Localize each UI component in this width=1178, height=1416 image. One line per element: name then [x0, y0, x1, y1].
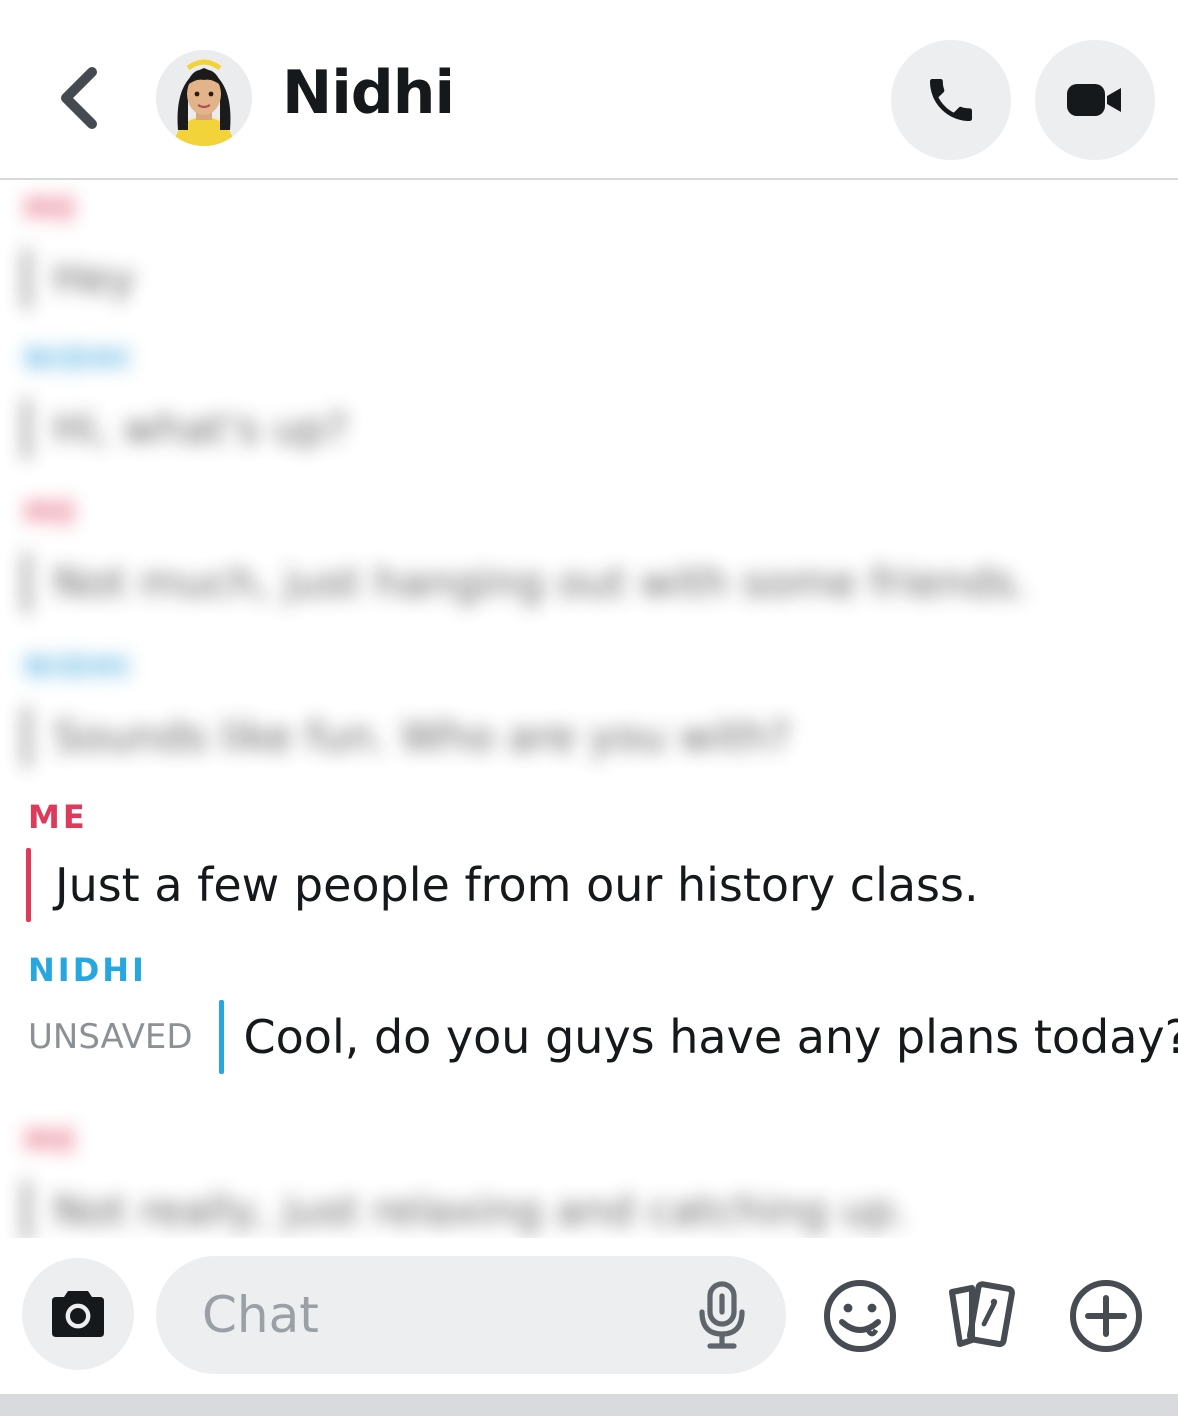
message-text: Not much, just hanging out with some fri… [24, 553, 1028, 613]
message-list[interactable]: ME Hey NIDHI Hi, what's up? ME Not much,… [0, 180, 1178, 1238]
message-text: Just a few people from our history class… [55, 858, 979, 912]
message-accent-bar [26, 848, 31, 922]
blurred-message: NIDHI Sounds like fun. Who are you with? [24, 650, 791, 767]
video-camera-icon [1067, 84, 1121, 116]
chat-input[interactable] [156, 1256, 786, 1374]
plus-icon[interactable] [1066, 1276, 1146, 1356]
sender-label-me: ME [28, 798, 88, 836]
camera-button[interactable] [22, 1258, 134, 1370]
bitmoji-avatar-icon [156, 50, 252, 146]
message-text: Hey [24, 249, 135, 309]
chat-header: Nidhi [0, 0, 1178, 180]
message-nidhi[interactable]: UNSAVED Cool, do you guys have any plans… [28, 1000, 1178, 1074]
message-sender: ME [24, 192, 79, 227]
message-sender: ME [24, 1124, 79, 1159]
message-sender: ME [24, 496, 79, 531]
message-text: Sounds like fun. Who are you with? [24, 707, 791, 767]
blurred-message: ME Hey [24, 192, 135, 309]
chat-composer [0, 1240, 1178, 1394]
blurred-message: ME Not really, just relaxing and catchin… [24, 1124, 908, 1238]
phone-icon [930, 79, 972, 121]
message-text: Cool, do you guys have any plans today? [243, 1010, 1178, 1064]
call-button[interactable] [891, 40, 1011, 160]
unsaved-label: UNSAVED [28, 1017, 193, 1057]
chevron-left-icon[interactable] [50, 62, 110, 134]
sender-label-nidhi: NIDHI [28, 951, 147, 989]
avatar[interactable] [156, 50, 252, 146]
blurred-message: ME Not much, just hanging out with some … [24, 496, 1028, 613]
microphone-icon[interactable] [694, 1280, 750, 1352]
cards-icon[interactable] [940, 1276, 1020, 1356]
message-sender: NIDHI [24, 650, 132, 685]
message-sender: NIDHI [24, 342, 132, 377]
keyboard-edge [0, 1394, 1178, 1416]
emoji-icon[interactable] [820, 1276, 900, 1356]
blurred-message: NIDHI Hi, what's up? [24, 342, 348, 459]
message-me[interactable]: Just a few people from our history class… [26, 848, 979, 922]
message-accent-bar [218, 1000, 224, 1074]
camera-icon [52, 1291, 104, 1337]
contact-name[interactable]: Nidhi [282, 58, 455, 128]
video-call-button[interactable] [1035, 40, 1155, 160]
message-text: Not really, just relaxing and catching u… [24, 1181, 908, 1238]
message-text: Hi, what's up? [24, 399, 348, 459]
